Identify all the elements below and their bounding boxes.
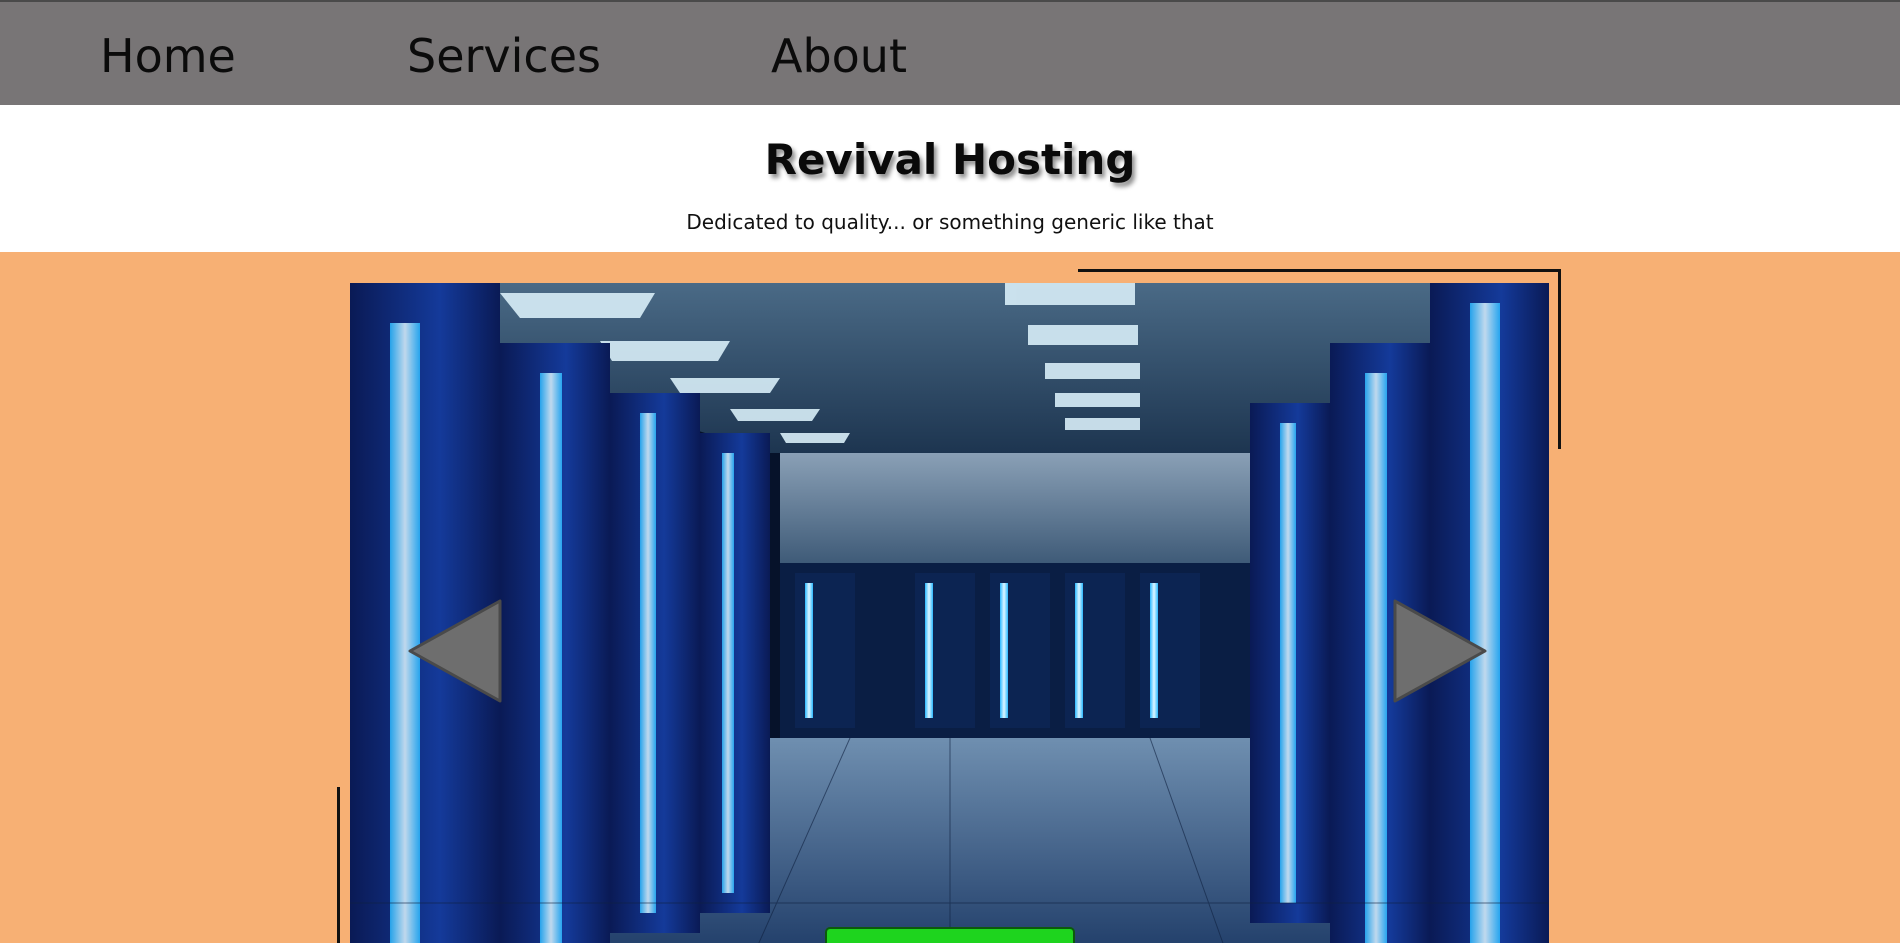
nav-link-about[interactable]: About	[771, 28, 907, 84]
call-to-action-button[interactable]	[825, 927, 1075, 943]
nav-link-home[interactable]: Home	[100, 28, 236, 84]
decorative-border-top	[1078, 269, 1560, 272]
slider-next-arrow-icon[interactable]	[1385, 591, 1495, 711]
decorative-border-right	[1558, 269, 1561, 449]
main-content	[0, 252, 1900, 943]
site-tagline: Dedicated to quality... or something gen…	[686, 210, 1214, 234]
server-room-photo	[350, 283, 1549, 943]
top-navigation-bar: Home Services About	[0, 0, 1900, 105]
image-slider	[350, 283, 1549, 943]
site-header: Revival Hosting Dedicated to quality... …	[0, 105, 1900, 252]
site-title: Revival Hosting	[764, 135, 1136, 184]
nav-link-services[interactable]: Services	[407, 28, 601, 84]
decorative-border-left	[337, 787, 340, 943]
slider-prev-arrow-icon[interactable]	[400, 591, 510, 711]
